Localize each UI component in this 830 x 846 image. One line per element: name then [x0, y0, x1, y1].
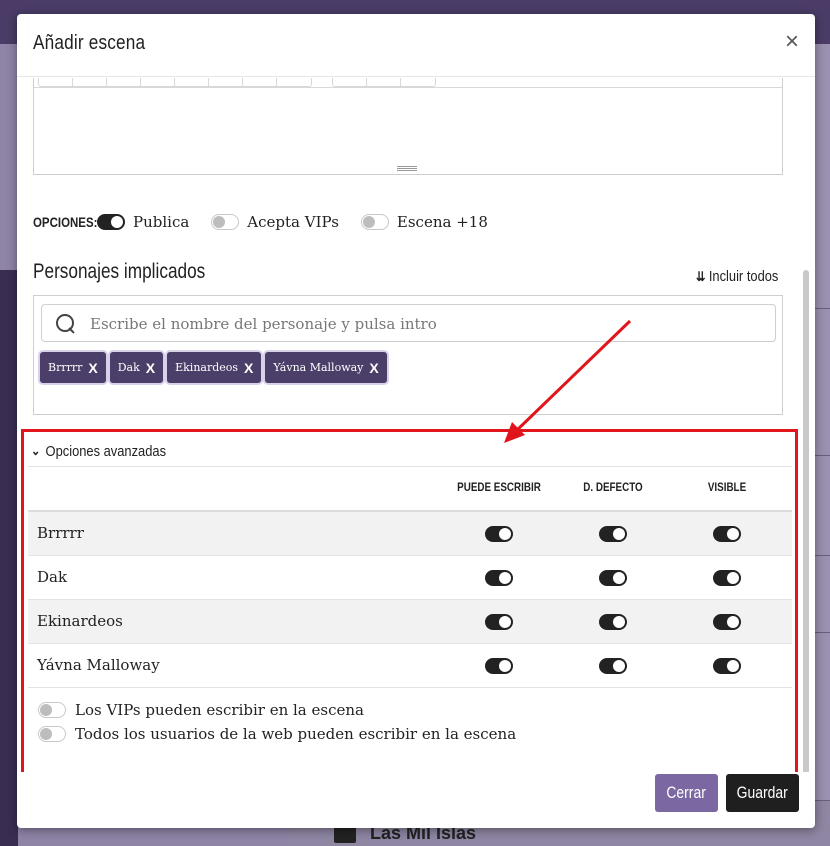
close-button[interactable]: Cerrar: [655, 774, 718, 812]
character-tag: Yávna Malloway X: [265, 352, 387, 383]
column-header-defecto: D. DEFECTO: [583, 480, 643, 494]
save-button-label: Guardar: [736, 783, 789, 802]
acepta-vips-toggle[interactable]: [211, 214, 240, 230]
visible-toggle[interactable]: [713, 658, 741, 674]
character-name: Dak: [37, 568, 68, 586]
toolbar-button[interactable]: [107, 78, 141, 86]
table-row: Brrrrr: [28, 512, 792, 556]
add-scene-modal: Añadir escena × OPCIONES: Publica Acepta…: [17, 14, 815, 828]
close-icon[interactable]: ×: [785, 30, 799, 54]
editor-resize-handle[interactable]: [397, 166, 417, 171]
defecto-toggle[interactable]: [599, 570, 627, 586]
table-row: Ekinardeos: [28, 600, 792, 644]
tag-label: Dak: [117, 361, 140, 374]
puede-escribir-toggle[interactable]: [485, 658, 513, 674]
toolbar-button[interactable]: [243, 78, 277, 86]
include-all-button[interactable]: ⇊ Incluir todos: [696, 268, 778, 285]
character-search[interactable]: [41, 304, 776, 342]
characters-box: Brrrrr X Dak X Ekinardeos X Yávna Mallow…: [33, 295, 783, 415]
modal-body: OPCIONES: Publica Acepta VIPs Escena +18…: [17, 78, 815, 772]
character-name: Yávna Malloway: [37, 656, 160, 674]
chevron-down-icon: ⌄: [31, 443, 41, 458]
remove-tag-icon[interactable]: X: [369, 361, 378, 375]
toolbar-button[interactable]: [401, 78, 435, 86]
tag-label: Ekinardeos: [175, 361, 239, 374]
toolbar-button[interactable]: [39, 78, 73, 86]
column-header-puede-escribir: PUEDE ESCRIBIR: [457, 480, 541, 494]
option-label: Escena +18: [396, 213, 488, 231]
option-label: Todos los usuarios de la web pueden escr…: [75, 725, 517, 743]
escena-18-toggle[interactable]: [360, 214, 389, 230]
defecto-toggle[interactable]: [599, 614, 627, 630]
puede-escribir-toggle[interactable]: [485, 570, 513, 586]
write-permission-options: Los VIPs pueden escribir en la escena To…: [38, 698, 516, 746]
option-label: Acepta VIPs: [247, 213, 339, 231]
remove-tag-icon[interactable]: X: [146, 361, 155, 375]
divider: [28, 466, 792, 467]
option-publica[interactable]: Publica: [97, 213, 189, 231]
puede-escribir-toggle[interactable]: [485, 614, 513, 630]
character-tag: Ekinardeos X: [167, 352, 262, 383]
option-label: Los VIPs pueden escribir en la escena: [75, 701, 364, 719]
tag-label: Brrrrr: [48, 361, 83, 374]
advanced-options-toggle[interactable]: ⌄ Opciones avanzadas: [31, 436, 166, 466]
defecto-toggle[interactable]: [599, 526, 627, 542]
all-users-can-write-option[interactable]: Todos los usuarios de la web pueden escr…: [38, 722, 516, 746]
puede-escribir-toggle[interactable]: [485, 526, 513, 542]
table-row: Dak: [28, 556, 792, 600]
toolbar-button[interactable]: [333, 78, 367, 86]
vips-can-write-toggle[interactable]: [38, 702, 66, 718]
character-name: Ekinardeos: [37, 612, 123, 630]
toolbar-button[interactable]: [277, 78, 311, 86]
character-tag: Dak X: [109, 352, 164, 383]
visible-toggle[interactable]: [713, 570, 741, 586]
modal-footer: Cerrar Guardar: [17, 772, 815, 828]
search-icon: [56, 314, 76, 334]
column-header-visible: VISIBLE: [707, 480, 747, 494]
toolbar-button[interactable]: [141, 78, 175, 86]
tag-label: Yávna Malloway: [273, 361, 364, 374]
description-editor[interactable]: [33, 78, 783, 175]
book-icon: [334, 827, 356, 843]
save-button[interactable]: Guardar: [726, 774, 799, 812]
toolbar-button[interactable]: [175, 78, 209, 86]
advanced-options-title: Opciones avanzadas: [45, 442, 167, 460]
characters-title: Personajes implicados: [33, 260, 206, 283]
option-acepta-vips[interactable]: Acepta VIPs: [211, 213, 339, 231]
close-button-label: Cerrar: [666, 783, 707, 802]
modal-header: Añadir escena ×: [17, 14, 815, 77]
remove-tag-icon[interactable]: X: [244, 361, 253, 375]
editor-toolbar: [34, 78, 782, 88]
toolbar-button[interactable]: [209, 78, 243, 86]
option-label: Publica: [133, 213, 190, 231]
table-row: Yávna Malloway: [28, 644, 792, 688]
modal-scrollbar[interactable]: [803, 270, 809, 772]
editor-toolbar-group: [38, 78, 312, 87]
modal-title: Añadir escena: [33, 32, 146, 54]
include-all-label: Incluir todos: [708, 268, 779, 285]
all-users-can-write-toggle[interactable]: [38, 726, 66, 742]
options-label: OPCIONES:: [33, 214, 98, 230]
visible-toggle[interactable]: [713, 526, 741, 542]
toolbar-button[interactable]: [73, 78, 107, 86]
remove-tag-icon[interactable]: X: [88, 361, 97, 375]
vips-can-write-option[interactable]: Los VIPs pueden escribir en la escena: [38, 698, 516, 722]
character-tag: Brrrrr X: [40, 352, 106, 383]
double-chevron-down-icon: ⇊: [696, 268, 706, 284]
toolbar-button[interactable]: [367, 78, 401, 86]
publica-toggle[interactable]: [97, 214, 125, 230]
editor-toolbar-group: [332, 78, 436, 87]
character-tags: Brrrrr X Dak X Ekinardeos X Yávna Mallow…: [40, 352, 391, 383]
background-left-panel: [0, 270, 18, 846]
advanced-options-panel: ⌄ Opciones avanzadas PUEDE ESCRIBIR D. D…: [21, 429, 798, 772]
visible-toggle[interactable]: [713, 614, 741, 630]
character-name: Brrrrr: [37, 524, 84, 542]
character-search-input[interactable]: [90, 312, 750, 336]
scene-options: OPCIONES: Publica Acepta VIPs Escena +18: [33, 210, 510, 234]
option-escena-18[interactable]: Escena +18: [360, 213, 488, 231]
defecto-toggle[interactable]: [599, 658, 627, 674]
